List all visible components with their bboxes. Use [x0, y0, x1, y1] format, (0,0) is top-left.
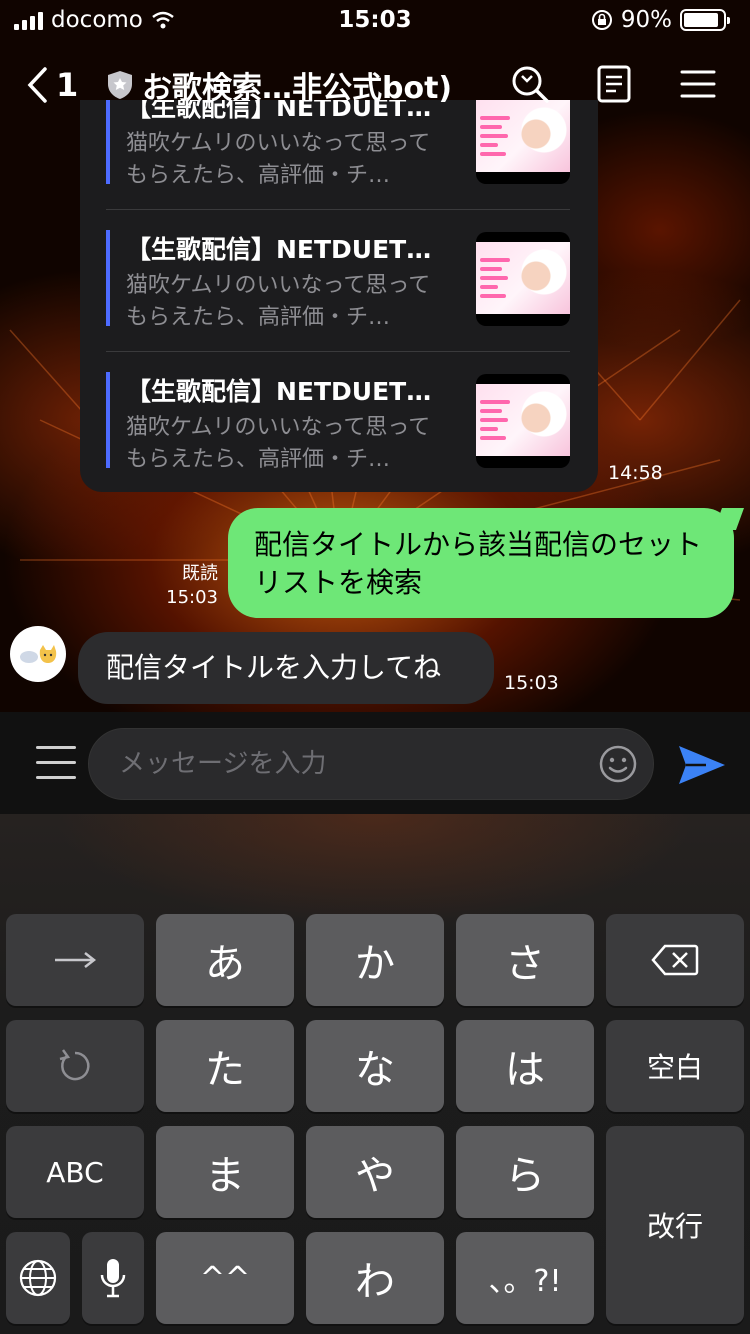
microphone-icon	[100, 1259, 126, 1298]
key-na[interactable]: な	[306, 1020, 444, 1112]
incoming-message-text: 配信タイトルを入力してね	[106, 651, 442, 684]
outgoing-message-text: 配信タイトルから該当配信のセットリストを検索	[254, 528, 703, 599]
chevron-left-icon	[27, 67, 47, 103]
message-input-bar	[0, 712, 750, 814]
signal-icon	[14, 10, 43, 30]
key-ra[interactable]: ら	[456, 1126, 594, 1218]
notes-icon	[597, 65, 631, 103]
result-card[interactable]: 【生歌配信】NETDUET… 猫吹ケムリのいいなって思ってもらえたら、高評価・チ…	[106, 352, 570, 492]
notes-button[interactable]	[592, 62, 636, 106]
cat-cloud-avatar-icon	[20, 645, 57, 663]
menu-button[interactable]	[676, 62, 720, 106]
key-a[interactable]: あ	[156, 914, 294, 1006]
backspace-icon	[651, 944, 699, 976]
incoming-time: 15:03	[504, 672, 559, 694]
key-backspace[interactable]	[606, 914, 744, 1006]
key-next-arrow[interactable]	[6, 914, 144, 1006]
key-wa[interactable]: わ	[306, 1232, 444, 1324]
chat-title-area[interactable]: お歌検索…非公式bot)	[106, 63, 466, 107]
key-ha[interactable]: は	[456, 1020, 594, 1112]
globe-icon	[19, 1259, 57, 1297]
card-thumbnail	[476, 232, 570, 326]
card-accent-bar	[106, 372, 110, 468]
send-button[interactable]	[676, 742, 728, 788]
back-count: 1	[56, 66, 79, 104]
hamburger-icon	[680, 70, 716, 98]
read-receipt: 既読 15:03	[150, 562, 218, 610]
key-globe[interactable]	[6, 1232, 70, 1324]
key-microphone[interactable]	[82, 1232, 144, 1324]
search-result-cards: 【生歌配信】NETDUET… 猫吹ケムリのいいなって思ってもらえたら、高評価・チ…	[80, 100, 598, 492]
card-title: 【生歌配信】NETDUET…	[126, 377, 432, 406]
header-actions	[508, 62, 720, 106]
thumbnail-image	[476, 384, 570, 456]
battery-fill	[684, 13, 719, 27]
message-input[interactable]	[88, 728, 654, 800]
battery-icon	[680, 9, 730, 31]
smiley-icon	[599, 745, 637, 783]
status-bar: docomo 15:03 90%	[0, 0, 750, 40]
orientation-lock-icon	[591, 10, 612, 30]
key-ta[interactable]: た	[156, 1020, 294, 1112]
key-ma[interactable]: ま	[156, 1126, 294, 1218]
key-ya[interactable]: や	[306, 1126, 444, 1218]
carrier-label: docomo	[51, 7, 143, 33]
chat-title: お歌検索…非公式bot)	[142, 71, 453, 106]
undo-icon	[59, 1049, 90, 1081]
emoji-button[interactable]	[598, 744, 638, 784]
arrow-right-icon	[55, 952, 97, 968]
card-title: 【生歌配信】NETDUET…	[126, 235, 432, 264]
send-arrow-icon	[679, 746, 725, 784]
read-label: 既読	[182, 563, 218, 584]
card-description: 猫吹ケムリのいいなって思ってもらえたら、高評価・チ…	[126, 131, 431, 188]
thumbnail-image	[476, 242, 570, 314]
card-text: 【生歌配信】NETDUET… 猫吹ケムリのいいなって思ってもらえたら、高評価・チ…	[126, 230, 446, 334]
key-sa[interactable]: さ	[456, 914, 594, 1006]
bot-avatar[interactable]	[10, 626, 66, 682]
key-space[interactable]: 空白	[606, 1020, 744, 1112]
key-punctuation[interactable]: 、。?!	[456, 1232, 594, 1324]
status-right: 90%	[591, 7, 730, 33]
search-button[interactable]	[508, 62, 552, 106]
key-return[interactable]: 改行	[606, 1126, 744, 1324]
card-text: 【生歌配信】NETDUET… 猫吹ケムリのいいなって思ってもらえたら、高評価・チ…	[126, 372, 446, 476]
chat-header: 1 お歌検索…非公式bot)	[0, 40, 750, 130]
key-ka[interactable]: か	[306, 914, 444, 1006]
outgoing-message-bubble[interactable]: 配信タイトルから該当配信のセットリストを検索	[228, 508, 734, 618]
key-abc[interactable]: ABC	[6, 1126, 144, 1218]
key-emoticon[interactable]: ^^	[156, 1232, 294, 1324]
key-undo[interactable]	[6, 1020, 144, 1112]
cards-timestamp: 14:58	[608, 462, 663, 484]
japanese-keyboard: あ か さ た な は 空白 ABC ま や ら 改行 ^^ わ 、。?!	[0, 814, 750, 1334]
incoming-message-bubble[interactable]: 配信タイトルを入力してね	[78, 632, 494, 704]
card-thumbnail	[476, 374, 570, 468]
card-description: 猫吹ケムリのいいなって思ってもらえたら、高評価・チ…	[126, 415, 431, 472]
status-left: docomo	[14, 7, 175, 33]
card-description: 猫吹ケムリのいいなって思ってもらえたら、高評価・チ…	[126, 273, 431, 330]
input-menu-button[interactable]	[36, 746, 76, 780]
battery-percent: 90%	[620, 7, 672, 33]
wifi-icon	[152, 11, 174, 29]
result-card[interactable]: 【生歌配信】NETDUET… 猫吹ケムリのいいなって思ってもらえたら、高評価・チ…	[106, 210, 570, 352]
verified-shield-icon	[108, 71, 132, 99]
card-accent-bar	[106, 230, 110, 326]
outgoing-time: 15:03	[166, 587, 218, 608]
search-icon	[512, 66, 549, 103]
back-button[interactable]: 1	[26, 66, 106, 104]
